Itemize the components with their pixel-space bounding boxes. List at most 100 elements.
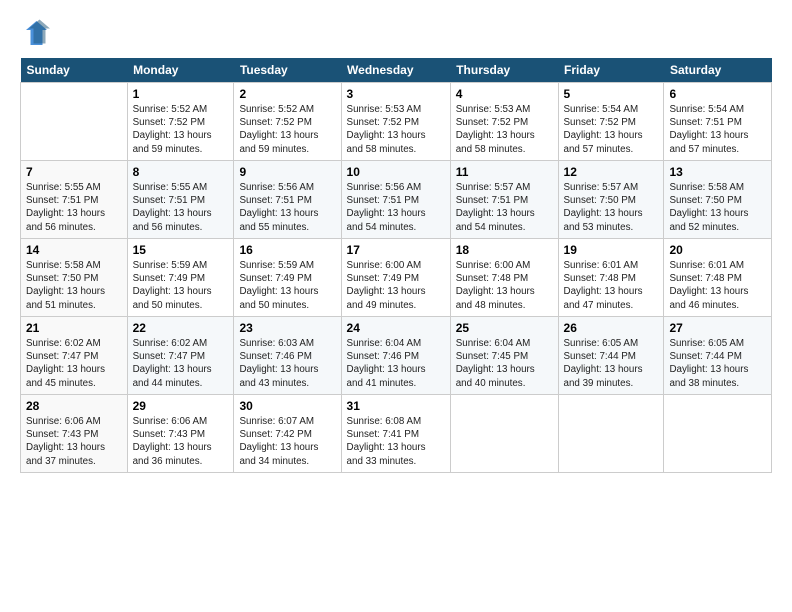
header-row: SundayMondayTuesdayWednesdayThursdayFrid…	[21, 58, 772, 83]
day-cell: 29 Sunrise: 6:06 AMSunset: 7:43 PMDayligh…	[127, 395, 234, 473]
header-wednesday: Wednesday	[341, 58, 450, 83]
day-cell: 7 Sunrise: 5:55 AMSunset: 7:51 PMDaylight…	[21, 161, 128, 239]
day-info: Sunrise: 5:54 AMSunset: 7:51 PMDaylight:…	[669, 103, 766, 156]
day-cell	[450, 395, 558, 473]
day-info: Sunrise: 5:55 AMSunset: 7:51 PMDaylight:…	[26, 181, 122, 234]
day-number: 18	[456, 243, 553, 257]
day-info: Sunrise: 5:56 AMSunset: 7:51 PMDaylight:…	[347, 181, 445, 234]
day-info: Sunrise: 6:04 AMSunset: 7:45 PMDaylight:…	[456, 337, 553, 390]
day-cell: 26 Sunrise: 6:05 AMSunset: 7:44 PMDayligh…	[558, 317, 664, 395]
day-cell: 3 Sunrise: 5:53 AMSunset: 7:52 PMDaylight…	[341, 83, 450, 161]
calendar-table: SundayMondayTuesdayWednesdayThursdayFrid…	[20, 58, 772, 473]
day-info: Sunrise: 6:07 AMSunset: 7:42 PMDaylight:…	[239, 415, 335, 468]
week-row-5: 28 Sunrise: 6:06 AMSunset: 7:43 PMDayligh…	[21, 395, 772, 473]
day-number: 7	[26, 165, 122, 179]
day-info: Sunrise: 6:00 AMSunset: 7:48 PMDaylight:…	[456, 259, 553, 312]
day-info: Sunrise: 5:53 AMSunset: 7:52 PMDaylight:…	[456, 103, 553, 156]
day-number: 31	[347, 399, 445, 413]
day-number: 12	[564, 165, 659, 179]
day-info: Sunrise: 5:52 AMSunset: 7:52 PMDaylight:…	[239, 103, 335, 156]
day-info: Sunrise: 5:55 AMSunset: 7:51 PMDaylight:…	[133, 181, 229, 234]
logo	[20, 18, 53, 48]
week-row-4: 21 Sunrise: 6:02 AMSunset: 7:47 PMDayligh…	[21, 317, 772, 395]
day-info: Sunrise: 5:57 AMSunset: 7:50 PMDaylight:…	[564, 181, 659, 234]
day-info: Sunrise: 6:04 AMSunset: 7:46 PMDaylight:…	[347, 337, 445, 390]
day-cell: 16Sunrise: 5:59 AMSunset: 7:49 PMDayligh…	[234, 239, 341, 317]
day-cell: 27Sunrise: 6:05 AMSunset: 7:44 PMDayligh…	[664, 317, 772, 395]
day-number: 10	[347, 165, 445, 179]
day-info: Sunrise: 5:58 AMSunset: 7:50 PMDaylight:…	[26, 259, 122, 312]
day-cell: 15 Sunrise: 5:59 AMSunset: 7:49 PMDayligh…	[127, 239, 234, 317]
day-number: 26	[564, 321, 659, 335]
day-cell: 19 Sunrise: 6:01 AMSunset: 7:48 PMDayligh…	[558, 239, 664, 317]
day-info: Sunrise: 6:02 AMSunset: 7:47 PMDaylight:…	[26, 337, 122, 390]
header-thursday: Thursday	[450, 58, 558, 83]
day-number: 15	[133, 243, 229, 257]
week-row-1: 1 Sunrise: 5:52 AMSunset: 7:52 PMDaylight…	[21, 83, 772, 161]
day-cell: 11Sunrise: 5:57 AMSunset: 7:51 PMDayligh…	[450, 161, 558, 239]
day-cell: 18 Sunrise: 6:00 AMSunset: 7:48 PMDayligh…	[450, 239, 558, 317]
day-info: Sunrise: 5:54 AMSunset: 7:52 PMDaylight:…	[564, 103, 659, 156]
header	[20, 18, 772, 48]
day-cell: 5Sunrise: 5:54 AMSunset: 7:52 PMDaylight…	[558, 83, 664, 161]
day-cell: 10 Sunrise: 5:56 AMSunset: 7:51 PMDayligh…	[341, 161, 450, 239]
day-info: Sunrise: 5:52 AMSunset: 7:52 PMDaylight:…	[133, 103, 229, 156]
day-info: Sunrise: 5:59 AMSunset: 7:49 PMDaylight:…	[133, 259, 229, 312]
day-info: Sunrise: 6:08 AMSunset: 7:41 PMDaylight:…	[347, 415, 445, 468]
day-info: Sunrise: 5:56 AMSunset: 7:51 PMDaylight:…	[239, 181, 335, 234]
day-number: 14	[26, 243, 122, 257]
day-info: Sunrise: 6:01 AMSunset: 7:48 PMDaylight:…	[669, 259, 766, 312]
header-saturday: Saturday	[664, 58, 772, 83]
day-cell: 28 Sunrise: 6:06 AMSunset: 7:43 PMDayligh…	[21, 395, 128, 473]
logo-icon	[20, 18, 50, 48]
day-number: 4	[456, 87, 553, 101]
day-number: 2	[239, 87, 335, 101]
header-tuesday: Tuesday	[234, 58, 341, 83]
day-cell: 17Sunrise: 6:00 AMSunset: 7:49 PMDayligh…	[341, 239, 450, 317]
day-info: Sunrise: 5:53 AMSunset: 7:52 PMDaylight:…	[347, 103, 445, 156]
day-info: Sunrise: 6:03 AMSunset: 7:46 PMDaylight:…	[239, 337, 335, 390]
day-cell: 23 Sunrise: 6:03 AMSunset: 7:46 PMDayligh…	[234, 317, 341, 395]
day-number: 11	[456, 165, 553, 179]
day-cell	[558, 395, 664, 473]
day-number: 22	[133, 321, 229, 335]
week-row-2: 7 Sunrise: 5:55 AMSunset: 7:51 PMDaylight…	[21, 161, 772, 239]
day-number: 3	[347, 87, 445, 101]
day-number: 24	[347, 321, 445, 335]
day-cell: 22 Sunrise: 6:02 AMSunset: 7:47 PMDayligh…	[127, 317, 234, 395]
page: SundayMondayTuesdayWednesdayThursdayFrid…	[0, 0, 792, 612]
day-cell: 2 Sunrise: 5:52 AMSunset: 7:52 PMDaylight…	[234, 83, 341, 161]
day-number: 16	[239, 243, 335, 257]
day-number: 1	[133, 87, 229, 101]
day-info: Sunrise: 6:05 AMSunset: 7:44 PMDaylight:…	[564, 337, 659, 390]
day-cell: 13Sunrise: 5:58 AMSunset: 7:50 PMDayligh…	[664, 161, 772, 239]
day-number: 19	[564, 243, 659, 257]
day-number: 21	[26, 321, 122, 335]
day-number: 9	[239, 165, 335, 179]
day-cell: 25Sunrise: 6:04 AMSunset: 7:45 PMDayligh…	[450, 317, 558, 395]
day-cell	[664, 395, 772, 473]
day-number: 29	[133, 399, 229, 413]
day-cell: 6Sunrise: 5:54 AMSunset: 7:51 PMDaylight…	[664, 83, 772, 161]
day-cell: 31 Sunrise: 6:08 AMSunset: 7:41 PMDayligh…	[341, 395, 450, 473]
day-number: 30	[239, 399, 335, 413]
day-number: 28	[26, 399, 122, 413]
day-info: Sunrise: 6:00 AMSunset: 7:49 PMDaylight:…	[347, 259, 445, 312]
day-cell: 30 Sunrise: 6:07 AMSunset: 7:42 PMDayligh…	[234, 395, 341, 473]
day-number: 23	[239, 321, 335, 335]
header-monday: Monday	[127, 58, 234, 83]
day-cell: 8 Sunrise: 5:55 AMSunset: 7:51 PMDaylight…	[127, 161, 234, 239]
day-cell: 4 Sunrise: 5:53 AMSunset: 7:52 PMDaylight…	[450, 83, 558, 161]
header-friday: Friday	[558, 58, 664, 83]
day-cell: 21 Sunrise: 6:02 AMSunset: 7:47 PMDayligh…	[21, 317, 128, 395]
day-info: Sunrise: 6:01 AMSunset: 7:48 PMDaylight:…	[564, 259, 659, 312]
day-cell: 14 Sunrise: 5:58 AMSunset: 7:50 PMDayligh…	[21, 239, 128, 317]
day-info: Sunrise: 6:02 AMSunset: 7:47 PMDaylight:…	[133, 337, 229, 390]
day-number: 8	[133, 165, 229, 179]
day-info: Sunrise: 6:06 AMSunset: 7:43 PMDaylight:…	[26, 415, 122, 468]
day-number: 13	[669, 165, 766, 179]
day-info: Sunrise: 6:06 AMSunset: 7:43 PMDaylight:…	[133, 415, 229, 468]
day-info: Sunrise: 6:05 AMSunset: 7:44 PMDaylight:…	[669, 337, 766, 390]
day-cell: 20Sunrise: 6:01 AMSunset: 7:48 PMDayligh…	[664, 239, 772, 317]
header-sunday: Sunday	[21, 58, 128, 83]
